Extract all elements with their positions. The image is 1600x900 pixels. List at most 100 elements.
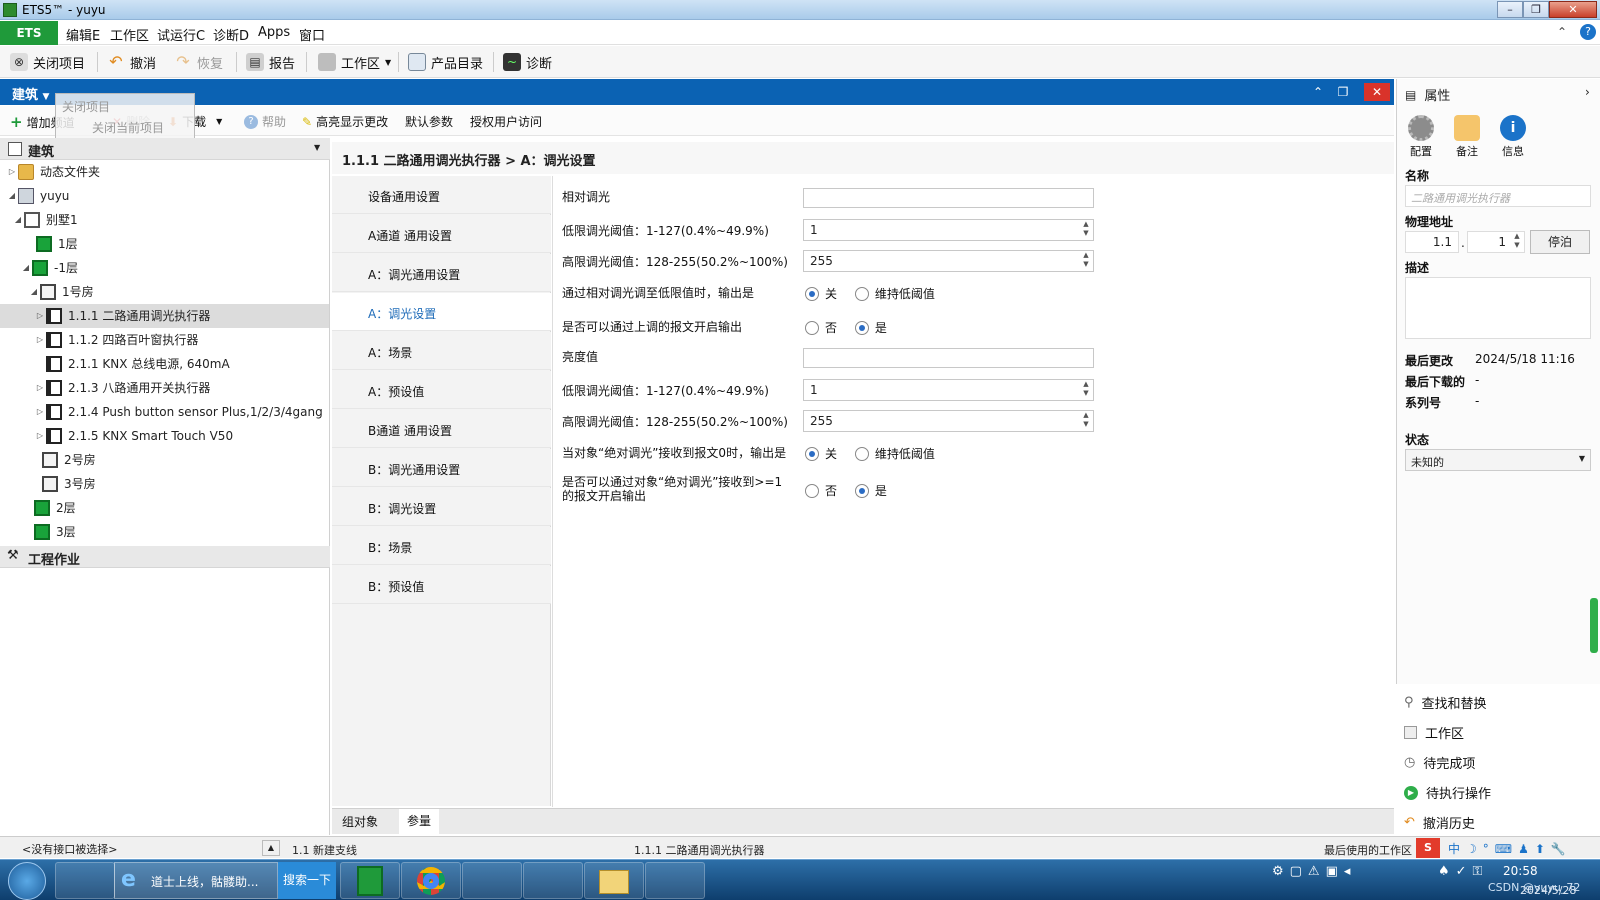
low-threshold-input-2[interactable]: 1 ▲ ▼ <box>803 379 1094 401</box>
radio-off[interactable]: 关 <box>805 445 837 462</box>
tree-section-project-work[interactable]: ⚒ 工程作业 <box>0 546 330 568</box>
tree-item-villa[interactable]: ◢ 别墅1 <box>0 208 329 232</box>
name-input[interactable]: 二路通用调光执行器 <box>1405 185 1591 207</box>
spinner-icon[interactable]: ▲ ▼ <box>1079 411 1093 431</box>
collapse-icon[interactable]: ◢ <box>20 256 32 280</box>
expand-icon[interactable]: ▷ <box>34 328 46 352</box>
taskbar-snip[interactable] <box>523 862 583 899</box>
nav-b-scene[interactable]: B：场景 <box>332 527 551 565</box>
default-params-button[interactable]: 默认参数 <box>405 113 453 130</box>
nav-b-dim-settings[interactable]: B：调光设置 <box>332 488 551 526</box>
taskbar-ets[interactable] <box>340 862 400 899</box>
highlight-changes-button[interactable]: ✎ 高亮显示更改 <box>302 113 388 130</box>
spinner-icon[interactable]: ▲ ▼ <box>1510 232 1524 252</box>
menu-diagnostics[interactable]: 诊断D <box>213 25 249 44</box>
description-input[interactable] <box>1405 277 1591 339</box>
nav-a-dim-settings[interactable]: A：调光设置 <box>332 293 551 331</box>
close-panel-icon[interactable]: ✕ <box>1364 83 1390 101</box>
maximize-button[interactable]: ❐ <box>1523 1 1549 18</box>
chevron-up-icon[interactable]: ▲ <box>262 840 280 856</box>
minimize-button[interactable]: – <box>1497 1 1523 18</box>
redo-button[interactable]: ↷ 恢复 <box>174 50 223 74</box>
taskbar-browser[interactable]: e 道士上线，骷髅助... <box>114 862 278 899</box>
close-project-button[interactable]: ⊗ 关闭项目 <box>10 50 85 74</box>
radio-no[interactable]: 否 <box>805 482 837 499</box>
high-threshold-input[interactable]: 255 ▲ ▼ <box>803 250 1094 272</box>
product-catalog-button[interactable]: 产品目录 <box>408 50 483 74</box>
tab-parameters[interactable]: 参量 <box>399 809 440 834</box>
tree-item-project[interactable]: ◢ yuyu <box>0 184 329 208</box>
taskbar-network[interactable] <box>462 862 522 899</box>
workspace-button[interactable]: 工作区 ▼ <box>318 50 391 74</box>
pending-ops-tool[interactable]: ▶ 待执行操作 <box>1404 783 1491 802</box>
todo-tool[interactable]: ◷ 待完成项 <box>1404 753 1475 772</box>
tab-notes[interactable]: 备注 <box>1447 115 1487 159</box>
expand-icon[interactable]: ▷ <box>34 304 46 328</box>
expand-icon[interactable]: ▷ <box>34 424 46 448</box>
help-button[interactable]: ? 帮助 <box>244 113 286 130</box>
spinner-icon[interactable]: ▲ ▼ <box>1079 220 1093 240</box>
menu-window[interactable]: 窗口 <box>299 25 325 44</box>
menu-edit[interactable]: 编辑E <box>66 25 100 44</box>
radio-yes[interactable]: 是 <box>854 482 887 499</box>
tree-item-device-112[interactable]: ▷ 1.1.2 四路百叶窗执行器 <box>0 328 329 352</box>
taskbar-chrome[interactable] <box>401 862 461 899</box>
menu-apps[interactable]: Apps <box>258 25 290 40</box>
tree-item-device-214[interactable]: ▷ 2.1.4 Push button sensor Plus,1/2/3/4ga… <box>0 400 329 424</box>
tree-item-room-2[interactable]: 2号房 <box>0 448 329 472</box>
radio-no[interactable]: 否 <box>805 319 837 336</box>
radio-off[interactable]: 关 <box>805 285 837 302</box>
collapse-icon[interactable]: ⌃ <box>1309 83 1327 101</box>
spinner-icon[interactable]: ▲ ▼ <box>1079 380 1093 400</box>
phys-addr-input[interactable]: 1 ▲ ▼ <box>1467 231 1525 253</box>
tab-group-objects[interactable]: 组对象 <box>342 813 378 830</box>
radio-keep-low[interactable]: 维持低阈值 <box>854 445 935 462</box>
ime-logo-icon[interactable]: S <box>1416 838 1440 858</box>
nav-a-preset[interactable]: A：预设值 <box>332 371 551 409</box>
tree-item-device-111[interactable]: ▷ 1.1.1 二路通用调光执行器 <box>0 304 329 328</box>
nav-b-dim-general[interactable]: B：调光通用设置 <box>332 449 551 487</box>
tree-section-building[interactable]: 建筑 ▼ <box>0 138 330 160</box>
tab-config[interactable]: 配置 <box>1401 115 1441 159</box>
taskbar-app-1[interactable] <box>55 862 115 899</box>
tree-item-room-3[interactable]: 3号房 <box>0 472 329 496</box>
menu-commissioning[interactable]: 试运行C <box>157 25 205 44</box>
start-button[interactable] <box>8 862 46 900</box>
restore-panel-icon[interactable]: ❐ <box>1334 83 1352 101</box>
expand-icon[interactable]: ▷ <box>34 376 46 400</box>
tree-item-device-215[interactable]: ▷ 2.1.5 KNX Smart Touch V50 <box>0 424 329 448</box>
nav-a-channel-general[interactable]: A通道 通用设置 <box>332 215 551 253</box>
chevron-down-icon[interactable]: ▼ <box>314 143 320 152</box>
tree-item-dynamic-folders[interactable]: ▷ 动态文件夹 <box>0 160 329 184</box>
tree-item-floor-minus1[interactable]: ◢ -1层 <box>0 256 329 280</box>
state-select[interactable]: 未知的 ▼ <box>1405 449 1591 471</box>
collapse-icon[interactable]: ◢ <box>6 184 18 208</box>
collapse-icon[interactable]: ◢ <box>28 280 40 304</box>
taskbar-explorer[interactable] <box>584 862 644 899</box>
radio-keep-low[interactable]: 维持低阈值 <box>854 285 935 302</box>
nav-b-channel-general[interactable]: B通道 通用设置 <box>332 410 551 448</box>
nav-b-preset[interactable]: B：预设值 <box>332 566 551 604</box>
collapse-ribbon-icon[interactable]: ⌃ <box>1557 25 1567 39</box>
menu-workspace[interactable]: 工作区 <box>110 25 149 44</box>
tree-item-floor-1[interactable]: 1层 <box>0 232 329 256</box>
tray-icons[interactable]: ⚙▢⚠▣◂ <box>1272 864 1356 879</box>
undo-button[interactable]: ↶ 撤消 <box>107 50 156 74</box>
ets-menu-tab[interactable]: ETS <box>0 21 58 45</box>
diagnostics-button[interactable]: ~ 诊断 <box>503 50 552 74</box>
taskbar-paint[interactable] <box>645 862 705 899</box>
tree-item-device-211[interactable]: 2.1.1 KNX 总线电源, 640mA <box>0 352 329 376</box>
spinner-icon[interactable]: ▲ ▼ <box>1079 251 1093 271</box>
nav-a-scene[interactable]: A：场景 <box>332 332 551 370</box>
chevron-right-icon[interactable]: › <box>1585 85 1590 99</box>
close-window-button[interactable]: ✕ <box>1549 1 1597 18</box>
tab-info[interactable]: i 信息 <box>1493 115 1533 159</box>
interface-status[interactable]: <没有接口被选择> <box>22 841 117 857</box>
radio-yes[interactable]: 是 <box>854 319 887 336</box>
tree-item-floor-3[interactable]: 3层 <box>0 520 329 544</box>
ime-toolbar-icons[interactable]: 中☽°⌨♟⬆🔧 <box>1448 840 1572 857</box>
nav-device-general[interactable]: 设备通用设置 <box>332 176 551 214</box>
nav-a-dim-general[interactable]: A：调光通用设置 <box>332 254 551 292</box>
report-button[interactable]: ▤ 报告 <box>246 50 295 74</box>
scrollbar-thumb[interactable] <box>1590 598 1598 653</box>
